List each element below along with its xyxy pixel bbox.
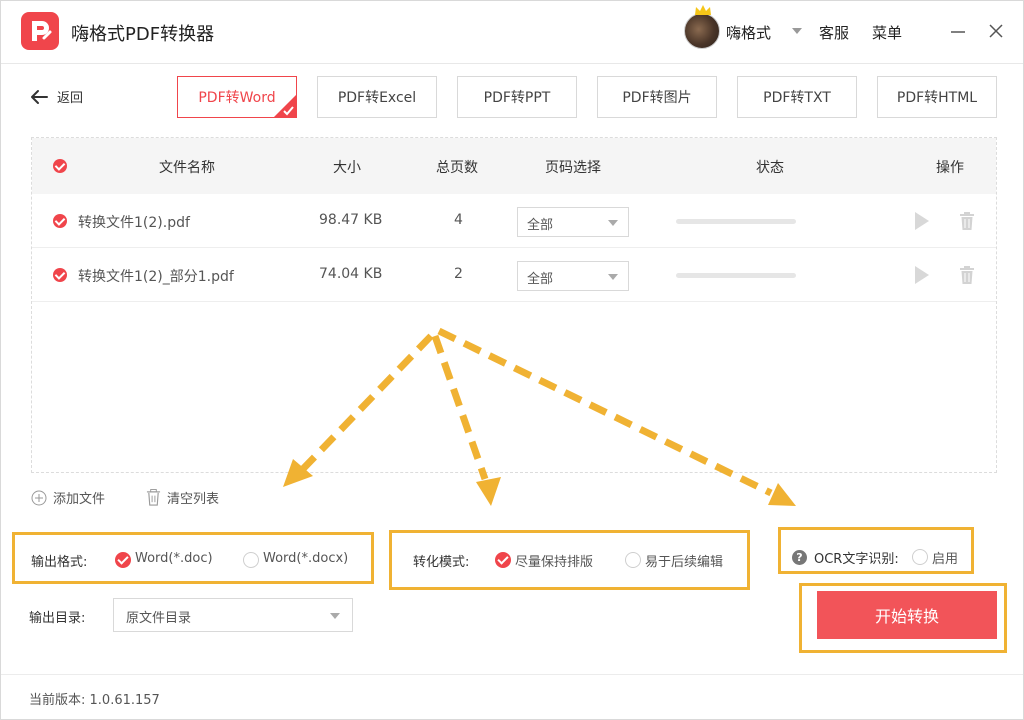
annotation-arrowhead-right (768, 483, 796, 506)
play-icon[interactable] (915, 212, 929, 230)
page-range-value: 全部 (527, 218, 554, 233)
footer-divider (1, 674, 1023, 675)
version-number: 1.0.61.157 (89, 693, 160, 708)
output-dir-select[interactable]: 原文件目录 (113, 598, 353, 632)
clear-list-label: 清空列表 (167, 492, 220, 507)
trash-outline-icon (146, 489, 161, 506)
radio-keep-layout[interactable] (495, 552, 511, 568)
radio-ocr-enable[interactable] (912, 549, 928, 565)
output-format-group: 输出格式: Word(*.doc) Word(*.docx) (12, 532, 374, 584)
select-all-checkbox[interactable] (53, 159, 67, 173)
add-file-button[interactable]: 添加文件 (31, 488, 105, 507)
file-pages: 4 (454, 212, 463, 228)
selected-check-icon (273, 94, 297, 118)
tab-label: PDF转Word (198, 90, 276, 106)
radio-word-doc[interactable] (115, 552, 131, 568)
title-divider (1, 63, 1023, 64)
ocr-enable-label[interactable]: 启用 (932, 548, 958, 567)
minimize-icon[interactable] (949, 22, 967, 40)
tab-label: PDF转Excel (337, 90, 417, 106)
convert-mode-label: 转化模式: (413, 555, 470, 570)
trash-icon[interactable] (959, 266, 975, 284)
output-format-label: 输出格式: (31, 555, 88, 570)
tab-pdf-to-image[interactable]: PDF转图片 (597, 76, 717, 118)
tab-label: PDF转图片 (622, 90, 692, 106)
help-icon[interactable]: ? (792, 550, 807, 565)
convert-mode-group: 转化模式: 尽量保持排版 易于后续编辑 (389, 530, 750, 590)
table-header: 文件名称 大小 总页数 页码选择 状态 操作 (32, 138, 996, 194)
header-file-name: 文件名称 (159, 160, 215, 176)
tab-pdf-to-txt[interactable]: PDF转TXT (737, 76, 857, 118)
version-info: 当前版本: 1.0.61.157 (29, 689, 160, 708)
chevron-down-icon (330, 613, 340, 619)
menu-link[interactable]: 菜单 (872, 22, 902, 43)
conversion-progress (676, 219, 796, 224)
version-label: 当前版本: (29, 693, 86, 708)
header-status: 状态 (756, 160, 784, 176)
trash-icon[interactable] (959, 212, 975, 230)
page-range-select[interactable]: 全部 (517, 261, 629, 291)
tab-label: PDF转PPT (483, 90, 551, 106)
output-dir-value: 原文件目录 (126, 611, 192, 626)
back-button[interactable]: 返回 (29, 87, 83, 106)
app-title: 嗨格式PDF转换器 (71, 24, 215, 45)
tab-pdf-to-html[interactable]: PDF转HTML (877, 76, 997, 118)
plus-circle-icon (31, 490, 47, 505)
annotation-arrowhead-center (476, 477, 501, 506)
row-checkbox[interactable] (53, 214, 67, 228)
back-label: 返回 (57, 91, 84, 106)
radio-word-docx-label[interactable]: Word(*.docx) (263, 551, 348, 566)
tab-pdf-to-word[interactable]: PDF转Word (177, 76, 297, 118)
header-actions: 操作 (936, 160, 964, 176)
chevron-down-icon (608, 274, 618, 280)
radio-easy-edit[interactable] (625, 552, 641, 568)
radio-keep-layout-label[interactable]: 尽量保持排版 (515, 551, 593, 570)
customer-service-link[interactable]: 客服 (819, 22, 849, 43)
header-size: 大小 (333, 160, 361, 176)
ocr-group: ? OCR文字识别: 启用 (778, 527, 974, 574)
file-table: 文件名称 大小 总页数 页码选择 状态 操作 转换文件1(2).pdf 98.4… (31, 137, 997, 473)
tab-label: PDF转TXT (763, 90, 831, 106)
row-checkbox[interactable] (53, 268, 67, 282)
play-icon[interactable] (915, 266, 929, 284)
radio-word-doc-label[interactable]: Word(*.doc) (135, 551, 213, 566)
clear-list-button[interactable]: 清空列表 (146, 488, 219, 507)
page-range-select[interactable]: 全部 (517, 207, 629, 237)
radio-easy-edit-label[interactable]: 易于后续编辑 (645, 551, 723, 570)
title-bar: 嗨格式PDF转换器 嗨格式 客服 菜单 (1, 1, 1023, 63)
app-logo-icon (21, 12, 59, 50)
tab-pdf-to-excel[interactable]: PDF转Excel (317, 76, 437, 118)
crown-icon (695, 5, 711, 15)
conversion-progress (676, 273, 796, 278)
close-icon[interactable] (987, 22, 1005, 40)
start-convert-button[interactable]: 开始转换 (817, 591, 997, 639)
output-dir-label: 输出目录: (29, 611, 86, 626)
file-size: 74.04 KB (319, 266, 383, 282)
file-pages: 2 (454, 266, 463, 282)
user-dropdown-icon[interactable] (792, 28, 802, 34)
arrow-left-icon (31, 89, 48, 104)
table-row: 转换文件1(2).pdf 98.47 KB 4 全部 (32, 194, 996, 248)
tab-label: PDF转HTML (896, 90, 978, 106)
app-window: 嗨格式PDF转换器 嗨格式 客服 菜单 返回 PDF转Word PDF转Exce… (0, 0, 1024, 720)
radio-word-docx[interactable] (243, 552, 259, 568)
header-pages: 总页数 (436, 160, 478, 176)
file-name: 转换文件1(2).pdf (78, 215, 190, 231)
file-name: 转换文件1(2)_部分1.pdf (78, 269, 234, 285)
chevron-down-icon (608, 220, 618, 226)
user-avatar[interactable] (684, 13, 720, 49)
file-size: 98.47 KB (319, 212, 383, 228)
ocr-label: OCR文字识别: (814, 552, 899, 567)
add-file-label: 添加文件 (53, 492, 106, 507)
user-name[interactable]: 嗨格式 (726, 22, 771, 43)
header-page-select: 页码选择 (545, 160, 601, 176)
table-row: 转换文件1(2)_部分1.pdf 74.04 KB 2 全部 (32, 248, 996, 302)
tab-pdf-to-ppt[interactable]: PDF转PPT (457, 76, 577, 118)
page-range-value: 全部 (527, 272, 554, 287)
